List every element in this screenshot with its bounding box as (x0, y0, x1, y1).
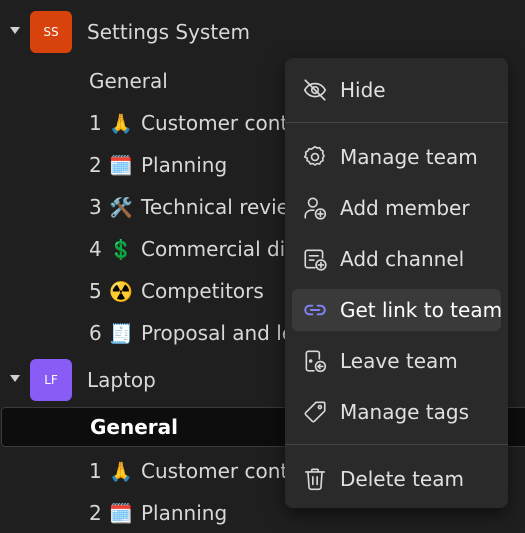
dollar-icon: 💲 (109, 239, 133, 261)
gear-icon (303, 145, 325, 166)
channel-name: Customer conte (141, 459, 301, 483)
channel-number: 2 (89, 153, 102, 177)
team-name: Settings System (87, 20, 250, 44)
channel-number: 1 (89, 459, 102, 483)
channel-name: Planning (141, 153, 228, 177)
add-channel-icon (304, 249, 327, 271)
menu-divider (285, 122, 508, 123)
channel-number: 1 (89, 111, 102, 135)
menu-item-add-member[interactable]: Add member (292, 187, 501, 229)
tools-icon: 🛠️ (109, 197, 133, 219)
menu-item-label: Delete team (340, 467, 464, 491)
receipt-icon: 🧾 (109, 323, 133, 345)
menu-item-label: Add channel (340, 247, 465, 271)
calendar-icon: 🗓️ (109, 155, 133, 177)
channel-name: General (90, 415, 178, 439)
trash-icon (304, 468, 326, 491)
folded-hands-icon: 🙏 (109, 461, 133, 483)
menu-item-label: Hide (340, 78, 386, 102)
calendar-icon: 🗓️ (109, 503, 133, 525)
channel-number: 2 (89, 501, 102, 525)
team-context-menu: Hide Manage team Add member Add channel (285, 58, 508, 508)
radioactive-icon: ☢️ (109, 281, 133, 303)
channel-name: Planning (141, 501, 228, 525)
team-avatar: SS (30, 11, 72, 53)
menu-item-label: Get link to team (340, 298, 503, 322)
add-person-icon (304, 197, 327, 220)
team-name: Laptop (87, 368, 156, 392)
channel-name: Commercial disc (141, 237, 307, 261)
team-avatar: LF (30, 359, 72, 401)
channel-number: 4 (89, 237, 102, 261)
eye-off-icon (303, 79, 327, 101)
link-icon (304, 304, 326, 316)
menu-item-label: Add member (340, 196, 470, 220)
menu-item-hide[interactable]: Hide (292, 69, 501, 111)
channel-name: General (89, 69, 168, 93)
tag-icon (304, 401, 326, 423)
menu-item-label: Manage tags (340, 400, 470, 424)
menu-item-add-channel[interactable]: Add channel (292, 238, 501, 280)
channel-name: Customer conte (141, 111, 301, 135)
chevron-down-icon[interactable] (10, 375, 20, 382)
menu-divider (285, 444, 508, 445)
channel-number: 5 (89, 279, 102, 303)
channel-number: 3 (89, 195, 102, 219)
channel-name: Competitors (141, 279, 264, 303)
menu-item-manage-tags[interactable]: Manage tags (292, 391, 501, 433)
menu-item-label: Manage team (340, 145, 478, 169)
team-row-settings-system[interactable]: SS Settings System (0, 10, 525, 54)
channel-name: Proposal and le (141, 321, 295, 345)
menu-item-get-link-to-team[interactable]: Get link to team (292, 289, 503, 331)
menu-item-delete-team[interactable]: Delete team (292, 458, 501, 500)
menu-item-leave-team[interactable]: Leave team (292, 340, 501, 382)
channel-name: Technical review (141, 195, 306, 219)
channel-number: 6 (89, 321, 102, 345)
menu-item-manage-team[interactable]: Manage team (292, 136, 501, 178)
folded-hands-icon: 🙏 (109, 113, 133, 135)
chevron-down-icon[interactable] (10, 27, 20, 34)
menu-item-label: Leave team (340, 349, 458, 373)
leave-icon (305, 350, 327, 373)
